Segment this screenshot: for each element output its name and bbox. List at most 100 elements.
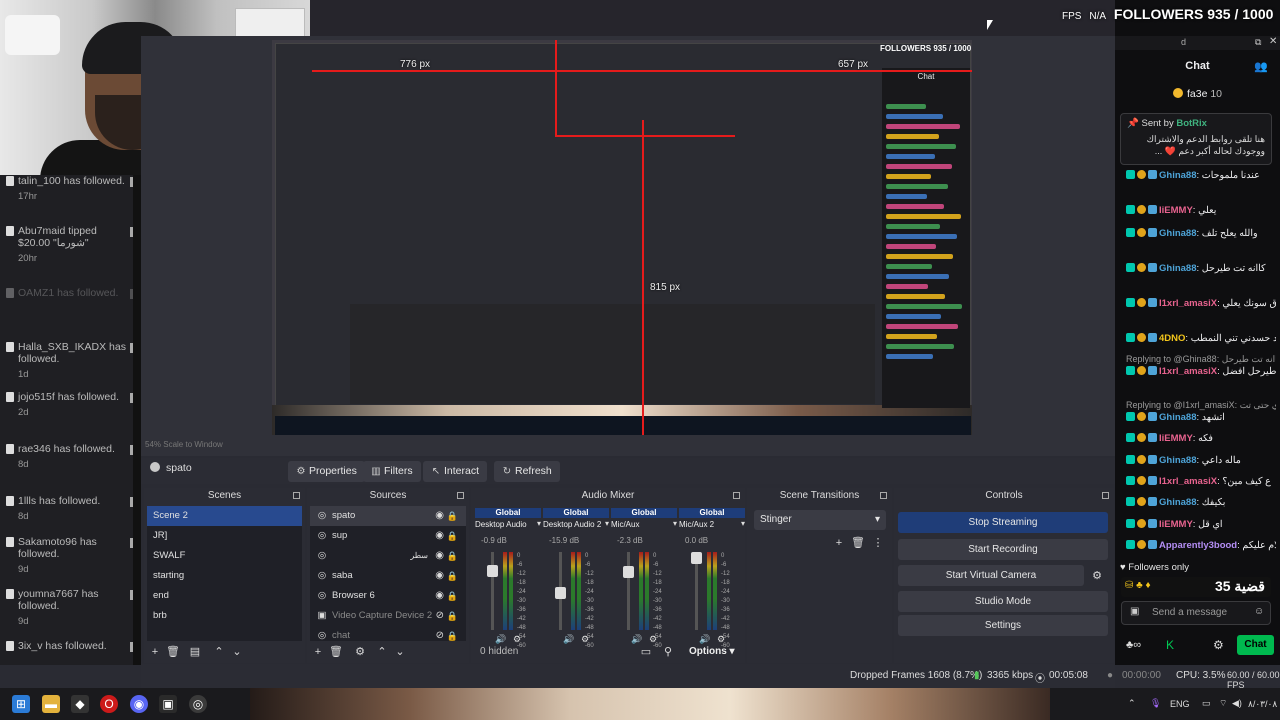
scene-item[interactable]: Scene 2 (147, 506, 302, 526)
eye-icon[interactable]: ◉ (435, 526, 444, 546)
volume-knob[interactable] (691, 552, 702, 564)
chat-message[interactable]: IiEMMY: اي قل (1126, 519, 1276, 531)
lock-icon[interactable]: 🔒 (447, 566, 458, 586)
chat-username[interactable]: Ghina88 (1159, 263, 1197, 274)
control-stop-streaming[interactable]: Stop Streaming (898, 512, 1108, 533)
chat-username[interactable]: I1xrl_amasiX (1159, 298, 1217, 309)
chat-username[interactable]: 4DNO (1159, 333, 1185, 344)
chevron-up-icon[interactable]: ⌃ (212, 645, 226, 659)
close-icon[interactable]: ✕ (1269, 36, 1277, 47)
lock-icon[interactable]: 🔒 (447, 506, 458, 526)
chat-message[interactable]: I1xrl_amasiX: يبوي حتى تت طيرحل افضل (1126, 366, 1276, 378)
sources-float-icon[interactable] (457, 492, 464, 499)
interact-button[interactable]: ↖ Interact (423, 461, 488, 482)
eye-icon[interactable]: ◉ (435, 506, 444, 526)
lock-icon[interactable]: 🔒 (447, 546, 458, 566)
eye-icon[interactable]: ◉ (435, 586, 444, 606)
scene-item[interactable]: SWALF (147, 546, 302, 566)
chat-send-button[interactable]: Chat (1237, 635, 1274, 655)
chat-message[interactable]: Ghina88: بكيفك (1126, 497, 1276, 509)
chat-username[interactable]: I1xrl_amasiX (1159, 366, 1217, 377)
language-indicator[interactable]: ENG (1170, 699, 1190, 709)
source-item[interactable]: ▣ Video Capture Device 2 ⊘ 🔒 (310, 606, 466, 626)
discord-icon[interactable]: ◉ (130, 695, 148, 713)
source-item[interactable]: ◎ spato ◉ 🔒 (310, 506, 466, 526)
pinned-message[interactable]: 📌 Sent by BotRix هنا تلقى روابط الدعم وا… (1120, 113, 1272, 165)
file-explorer-icon[interactable]: ▬ (42, 695, 60, 713)
remove-transition-icon[interactable]: 🗑 (851, 536, 865, 550)
scene-item[interactable]: end (147, 586, 302, 606)
points-icon[interactable]: ♣∞ (1126, 639, 1141, 651)
source-item[interactable]: ◎ saba ◉ 🔒 (310, 566, 466, 586)
chat-username[interactable]: Ghina88 (1159, 228, 1197, 239)
chevron-down-icon[interactable]: ⌄ (393, 645, 407, 659)
trash-icon[interactable]: 🗑 (329, 645, 343, 659)
monitor-icon[interactable]: ▭ (1202, 698, 1211, 709)
add-icon[interactable]: + (148, 645, 162, 659)
volume-icon[interactable]: ◀) (1232, 698, 1242, 709)
control-settings[interactable]: Settings (898, 615, 1108, 636)
layout-icon[interactable]: ▭ (639, 645, 653, 659)
wifi-icon[interactable]: ⌔ (1219, 698, 1227, 709)
chat-username[interactable]: IiEMMY (1159, 519, 1193, 530)
chat-message[interactable]: IiEMMY: يعلي (1126, 205, 1276, 217)
terminal-icon[interactable]: ▣ (159, 695, 177, 713)
scene-item[interactable]: starting (147, 566, 302, 586)
volume-knob[interactable] (623, 566, 634, 578)
chat-username[interactable]: Ghina88 (1159, 170, 1197, 181)
source-item[interactable]: ◎ sup ◉ 🔒 (310, 526, 466, 546)
control-start-virtual-camera[interactable]: Start Virtual Camera (898, 565, 1084, 586)
refresh-button[interactable]: ↻ Refresh (494, 461, 560, 482)
clock[interactable]: ٨/٠٣/٠٨ (1248, 699, 1277, 710)
scene-item[interactable]: brb (147, 606, 302, 626)
chevron-down-icon[interactable]: ⌄ (230, 645, 244, 659)
transitions-float-icon[interactable] (880, 492, 887, 499)
gear-icon[interactable]: ⚙ (353, 645, 367, 659)
chat-username[interactable]: Ghina88 (1159, 412, 1197, 423)
more-icon[interactable]: ⋮ (871, 536, 885, 550)
mixer-float-icon[interactable] (733, 492, 740, 499)
filter-icon[interactable]: ▤ (188, 645, 202, 659)
chat-message[interactable]: 4DNO: احد حسدني تني النمطب (1126, 333, 1276, 345)
properties-button[interactable]: ⚙ Properties (288, 461, 365, 482)
gear-icon[interactable]: ⚙ (513, 634, 521, 645)
speaker-icon[interactable]: 🔊 (563, 634, 574, 645)
gear-icon[interactable]: ⚙ (1213, 638, 1224, 652)
gear-icon[interactable]: ⚙ (581, 634, 589, 645)
chat-message[interactable]: Ghina88: والله يعلح تلف (1126, 228, 1276, 240)
source-item[interactable]: ◎ سطر ◉ 🔒 (310, 546, 466, 566)
controls-float-icon[interactable] (1102, 492, 1109, 499)
gear-icon[interactable]: ⚙ (717, 634, 725, 645)
chevron-down-icon[interactable]: ▾ (741, 519, 745, 528)
filters-button[interactable]: ▥ Filters (363, 461, 421, 482)
trash-icon[interactable]: 🗑 (166, 645, 180, 659)
mic-icon[interactable]: 🎙 (1150, 698, 1161, 709)
app-icon[interactable]: ◆ (71, 695, 89, 713)
control-start-recording[interactable]: Start Recording (898, 539, 1108, 560)
lock-icon[interactable]: 🔒 (447, 586, 458, 606)
volume-fader[interactable] (627, 552, 630, 630)
lock-icon[interactable]: 🔒 (447, 526, 458, 546)
gear-icon[interactable]: ⚙ (1090, 569, 1104, 583)
add-icon[interactable]: + (311, 645, 325, 659)
chat-username[interactable]: Apparently3bood (1159, 540, 1237, 551)
chat-username[interactable]: Ghina88 (1159, 455, 1197, 466)
chat-message[interactable]: Ghina88: عندنا ملموحات (1126, 170, 1276, 182)
gear-icon[interactable]: ⚙ (649, 634, 657, 645)
chat-message[interactable]: Ghina88: اتشهد (1126, 412, 1276, 424)
eye-icon[interactable]: ◉ (435, 566, 444, 586)
speaker-icon[interactable]: 🔊 (495, 634, 506, 645)
chat-message[interactable]: Ghina88: كاانه تت طيرحل (1126, 263, 1276, 275)
chat-username[interactable]: Ghina88 (1159, 497, 1197, 508)
chevron-up-icon[interactable]: ⌃ (375, 645, 389, 659)
source-item[interactable]: ◎ Browser 6 ◉ 🔒 (310, 586, 466, 606)
speaker-icon[interactable]: 🔊 (699, 634, 710, 645)
chat-message[interactable]: Ghina88: ماله داعي (1126, 455, 1276, 467)
scenes-float-icon[interactable] (293, 492, 300, 499)
link-icon[interactable]: ⚲ (661, 645, 675, 659)
chat-message[interactable]: I1xrl_amasiX: تلف زق سونك يعلي (1126, 298, 1276, 310)
volume-knob[interactable] (555, 587, 566, 599)
chevron-down-icon[interactable]: ▾ (673, 519, 677, 528)
chat-username[interactable]: I1xrl_amasiX (1159, 476, 1217, 487)
users-icon[interactable]: 👥 (1254, 60, 1268, 73)
